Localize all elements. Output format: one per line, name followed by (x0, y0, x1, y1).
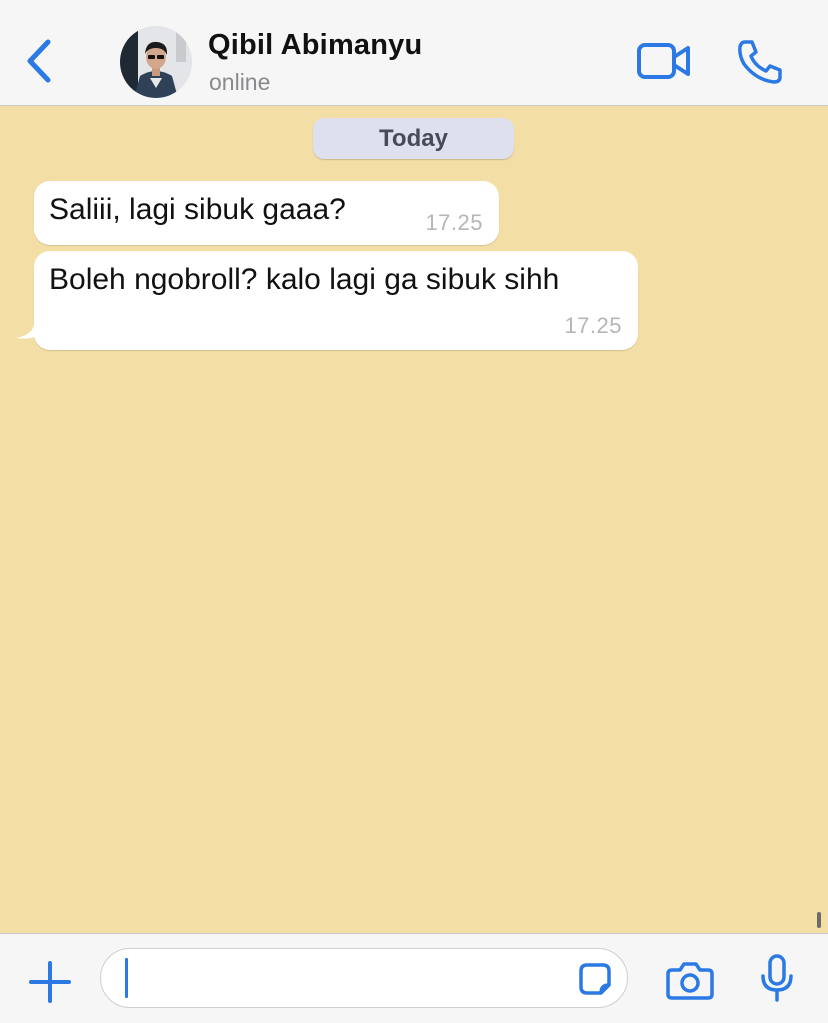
bubble-tail (16, 320, 44, 339)
message-time: 17.25 (425, 210, 483, 235)
voice-call-button[interactable] (736, 38, 784, 86)
contact-status: online (209, 69, 271, 95)
plus-icon (29, 961, 71, 1003)
camera-button[interactable] (666, 958, 714, 1002)
chevron-left-icon (27, 39, 51, 83)
attach-button[interactable] (28, 960, 72, 1004)
text-caret (125, 958, 128, 998)
avatar-photo (120, 26, 192, 98)
message-input[interactable] (100, 948, 628, 1008)
back-button[interactable] (18, 36, 58, 86)
contact-name[interactable]: Qibil Abimanyu (208, 29, 422, 62)
chat-header: Qibil Abimanyu online (0, 0, 828, 106)
microphone-icon (761, 954, 793, 1002)
message-time: 17.25 (564, 313, 622, 338)
sticker-button[interactable] (577, 961, 613, 997)
message-bubble[interactable]: Boleh ngobroll? kalo lagi ga sibuk sihh … (16, 251, 638, 350)
scroll-indicator[interactable] (817, 912, 821, 928)
camera-icon (666, 962, 714, 1000)
video-call-button[interactable] (636, 38, 692, 84)
phone-icon (738, 40, 782, 84)
message-field[interactable] (123, 957, 563, 999)
date-separator: Today (313, 118, 514, 159)
voice-message-button[interactable] (760, 954, 794, 1004)
message-bubble[interactable]: Saliii, lagi sibuk gaaa? 17.25 (34, 181, 499, 245)
video-camera-icon (637, 43, 690, 79)
input-bar (0, 933, 828, 1023)
avatar[interactable] (120, 26, 192, 98)
sticker-icon (579, 963, 611, 995)
message-text: Saliii, lagi sibuk gaaa? (49, 193, 346, 226)
chat-area[interactable]: Today Saliii, lagi sibuk gaaa? 17.25 Bol… (0, 106, 828, 933)
message-text: Boleh ngobroll? kalo lagi ga sibuk sihh (49, 263, 560, 296)
